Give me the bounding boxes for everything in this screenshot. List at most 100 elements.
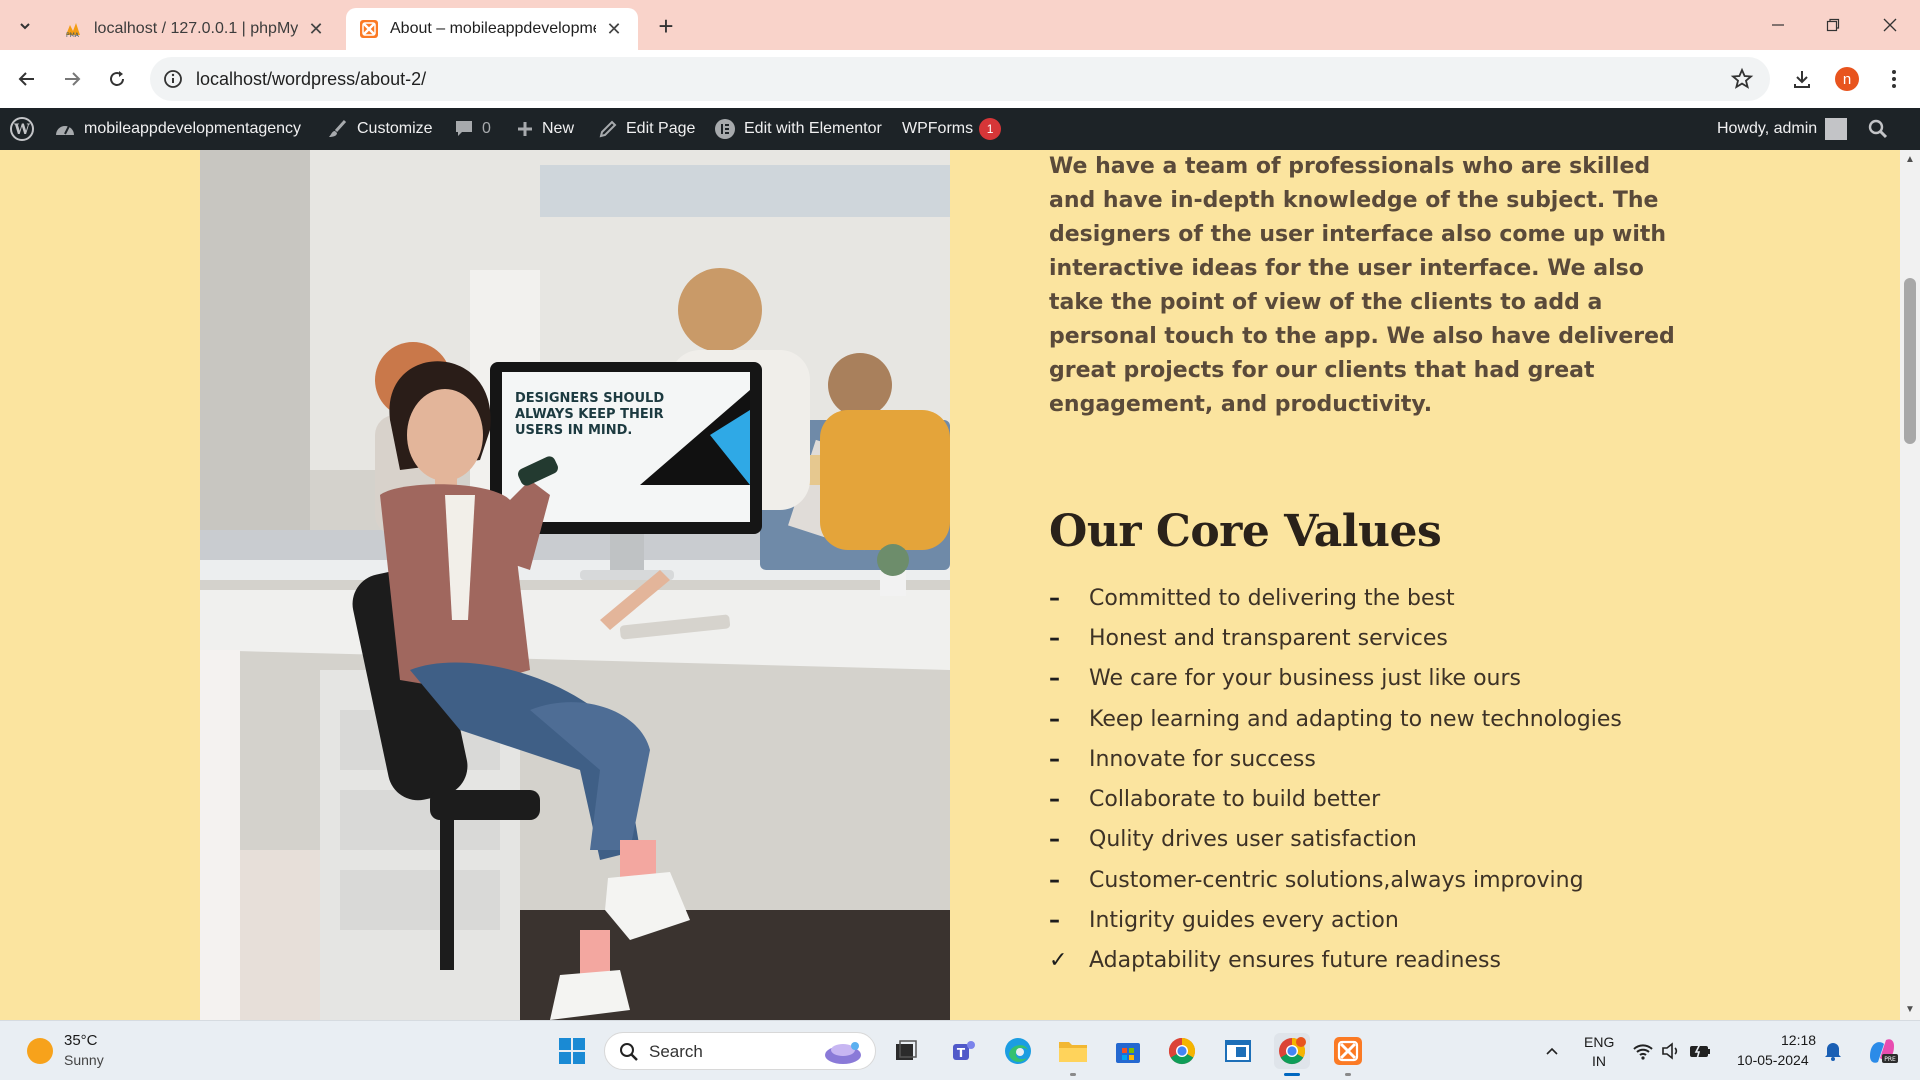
page-scrollbar[interactable]: ▲ ▼ — [1900, 150, 1920, 1020]
arrow-right-icon — [65, 72, 81, 86]
browser-menu-button[interactable] — [1879, 64, 1909, 94]
copilot-button[interactable]: PRE — [1862, 1033, 1902, 1069]
store-app-button[interactable] — [1110, 1033, 1146, 1069]
forward-button[interactable] — [57, 64, 87, 94]
search-icon — [1868, 119, 1888, 139]
minimize-button[interactable] — [1758, 10, 1798, 40]
plus-icon — [518, 122, 532, 136]
search-icon — [620, 1043, 638, 1061]
checkmark-icon: ✓ — [1049, 948, 1068, 974]
edge-app-button[interactable] — [1000, 1033, 1036, 1069]
task-view-button[interactable] — [888, 1033, 924, 1069]
about-intro-paragraph: We have a team of professionals who are … — [1049, 154, 1675, 417]
value-text: Adaptability ensures future readiness — [1089, 948, 1501, 974]
scroll-down-arrow-icon[interactable]: ▼ — [1904, 1004, 1916, 1016]
paintbrush-icon — [329, 119, 347, 137]
core-values-list: – Committed to delivering the best – Hones… — [1049, 578, 1622, 981]
profile-avatar[interactable]: n — [1835, 67, 1859, 91]
svg-text:W: W — [13, 122, 30, 138]
minimize-icon — [1772, 24, 1784, 26]
wp-admin-bar: W mobileappdevelopmentagency Customize 0… — [0, 108, 1920, 150]
edit-page-link[interactable]: Edit Page — [598, 108, 695, 150]
site-info-icon[interactable] — [162, 68, 184, 90]
chevron-up-icon — [1546, 1047, 1558, 1055]
list-item: – Intigrity guides every action — [1049, 900, 1622, 940]
sun-icon — [27, 1038, 53, 1064]
network-volume-battery-tray[interactable] — [1630, 1033, 1714, 1069]
value-text: Keep learning and adapting to new techno… — [1089, 706, 1622, 732]
svg-text:USERS IN MIND.: USERS IN MIND. — [515, 423, 632, 438]
reload-button[interactable] — [102, 64, 132, 94]
edit-elementor-link[interactable]: Edit with Elementor — [714, 108, 882, 150]
xampp-icon — [1334, 1037, 1362, 1065]
tab-about[interactable]: About – mobileappdevelopmentagency ✕ — [346, 8, 638, 50]
dashboard-gauge-icon — [56, 125, 74, 135]
tab-search-button[interactable] — [10, 11, 39, 40]
scrollbar-thumb[interactable] — [1904, 278, 1916, 444]
comment-bubble-icon — [456, 121, 472, 136]
dash-icon: – — [1049, 625, 1060, 651]
taskbar-search[interactable]: Search — [604, 1032, 876, 1070]
windows-taskbar: 35°C Sunny Search T ENG IN 12:18 10-05-2… — [0, 1020, 1920, 1080]
customize-link[interactable]: Customize — [327, 108, 433, 150]
region-code: IN — [1592, 1053, 1606, 1069]
dash-icon: – — [1049, 908, 1060, 934]
chrome-icon — [1279, 1037, 1306, 1065]
new-content-menu[interactable]: New — [516, 108, 574, 150]
weather-condition: Sunny — [64, 1052, 104, 1068]
file-explorer-button[interactable] — [1055, 1033, 1091, 1069]
svg-text:PMA: PMA — [66, 32, 80, 38]
task-view-icon — [896, 1040, 917, 1060]
my-account-menu[interactable]: Howdy, admin — [1717, 108, 1848, 150]
list-item: – Keep learning and adapting to new techn… — [1049, 699, 1622, 739]
url-text[interactable]: localhost/wordpress/about-2/ — [196, 69, 426, 90]
close-window-button[interactable] — [1870, 10, 1910, 40]
list-item: – We care for your business just like our… — [1049, 659, 1622, 699]
wordpress-logo-icon: W — [10, 117, 34, 141]
wpforms-notification-badge: 1 — [979, 118, 1002, 140]
avatar — [1825, 118, 1848, 140]
tab-phpmyadmin[interactable]: PMA localhost / 127.0.0.1 | phpMyAdmin ✕ — [50, 8, 340, 50]
address-bar[interactable]: localhost/wordpress/about-2/ — [150, 57, 1770, 101]
svg-text:PRE: PRE — [1884, 1056, 1896, 1063]
teams-app-button[interactable]: T — [946, 1033, 982, 1069]
comments-count: 0 — [482, 120, 491, 137]
edit-page-label: Edit Page — [626, 120, 696, 137]
wpforms-menu[interactable]: WPForms 1 — [902, 108, 1002, 150]
value-text: Innovate for success — [1089, 746, 1316, 772]
show-hidden-icons-button[interactable] — [1535, 1033, 1569, 1069]
site-name-menu[interactable]: mobileappdevelopmentagency — [54, 108, 301, 150]
back-button[interactable] — [12, 64, 42, 94]
notifications-button[interactable] — [1818, 1033, 1848, 1069]
value-text: We care for your business just like ours — [1089, 666, 1521, 692]
value-text: Intigrity guides every action — [1089, 908, 1399, 934]
list-item: – Innovate for success — [1049, 739, 1622, 779]
scroll-up-arrow-icon[interactable]: ▲ — [1904, 154, 1916, 166]
restore-button[interactable] — [1813, 10, 1853, 40]
close-icon[interactable]: ✕ — [604, 19, 624, 39]
volume-icon — [1662, 1042, 1678, 1060]
notepad-app-button[interactable] — [1220, 1033, 1256, 1069]
list-item: – Honest and transparent services — [1049, 618, 1622, 658]
language-code: ENG — [1584, 1034, 1615, 1050]
xampp-app-button[interactable] — [1330, 1033, 1366, 1069]
admin-search[interactable] — [1868, 108, 1896, 150]
close-icon[interactable]: ✕ — [306, 19, 326, 39]
pencil-icon — [599, 120, 617, 138]
browser-toolbar: localhost/wordpress/about-2/ n — [0, 50, 1920, 108]
chrome-profile-app-button[interactable] — [1274, 1033, 1310, 1069]
chrome-app-button[interactable] — [1164, 1033, 1200, 1069]
wp-logo-menu[interactable]: W — [9, 108, 43, 150]
new-tab-button[interactable]: + — [652, 11, 680, 41]
battery-charging-icon — [1690, 1043, 1710, 1060]
start-button[interactable] — [554, 1033, 590, 1069]
comments-link[interactable]: 0 — [454, 108, 491, 150]
value-text: Customer-centric solutions,always improv… — [1089, 867, 1584, 893]
svg-text:T: T — [957, 1046, 966, 1060]
core-values-heading: Our Core Values — [1049, 506, 1442, 557]
downloads-button[interactable] — [1787, 64, 1817, 94]
phpmyadmin-icon: PMA — [66, 23, 80, 38]
list-item: – Qulity drives user satisfaction — [1049, 820, 1622, 860]
folder-icon — [1059, 1042, 1087, 1062]
bookmark-star-icon[interactable] — [1730, 67, 1754, 91]
